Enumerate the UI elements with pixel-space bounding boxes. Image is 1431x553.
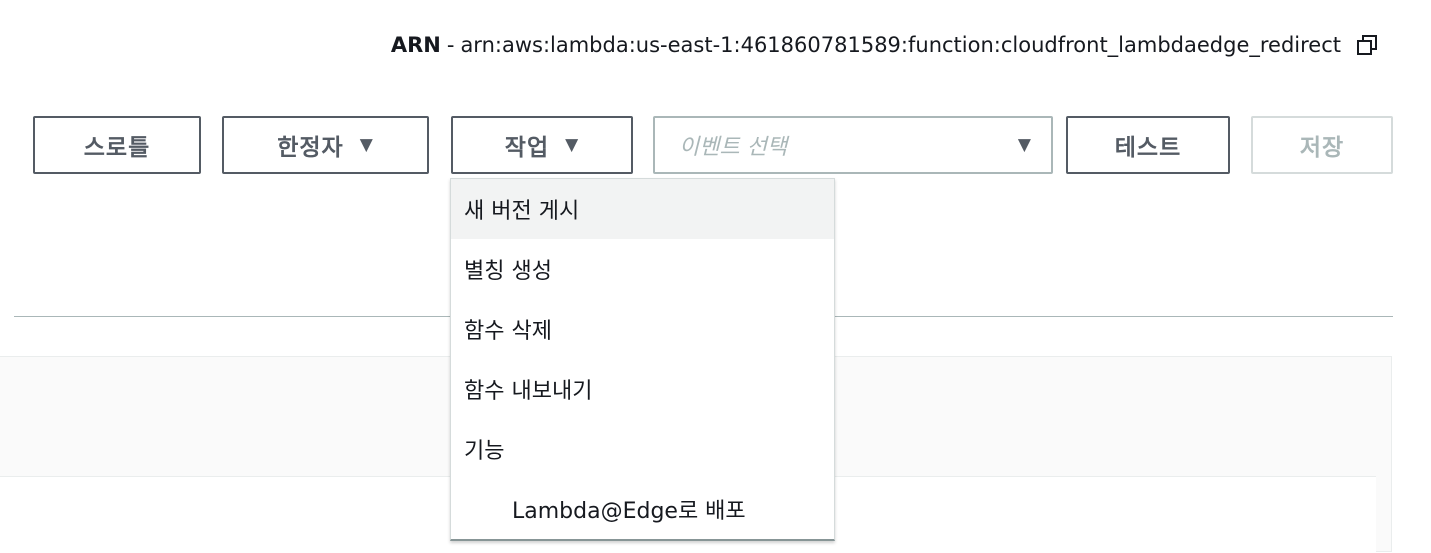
caret-down-icon: ▼ <box>565 135 580 155</box>
event-select[interactable]: 이벤트 선택 ▼ <box>653 116 1053 174</box>
save-button-label: 저장 <box>1299 135 1345 161</box>
test-button[interactable]: 테스트 <box>1066 116 1230 174</box>
menu-item-publish-version[interactable]: 새 버전 게시 <box>451 179 834 239</box>
menu-group-capabilities: 기능 <box>464 439 505 464</box>
copy-icon[interactable] <box>1355 33 1379 57</box>
arn-separator: - <box>446 33 455 57</box>
caret-down-icon: ▼ <box>359 135 374 155</box>
throttle-button[interactable]: 스로틀 <box>33 116 201 174</box>
menu-item-create-alias[interactable]: 별칭 생성 <box>451 239 834 299</box>
menu-item-deploy-lambda-edge[interactable]: Lambda@Edge로 배포 <box>451 479 834 539</box>
arn-value: arn:aws:lambda:us-east-1:461860781589:fu… <box>460 33 1341 57</box>
qualifiers-button-label: 한정자 <box>277 135 344 161</box>
arn-row: ARN - arn:aws:lambda:us-east-1:461860781… <box>391 30 1379 60</box>
menu-item-export-function[interactable]: 함수 내보내기 <box>451 359 834 419</box>
throttle-button-label: 스로틀 <box>83 135 151 161</box>
test-button-label: 테스트 <box>1114 135 1182 161</box>
actions-button[interactable]: 작업 ▼ <box>451 116 633 174</box>
event-select-placeholder: 이벤트 선택 <box>679 135 788 160</box>
save-button[interactable]: 저장 <box>1251 116 1393 174</box>
menu-item-delete-function[interactable]: 함수 삭제 <box>451 299 834 359</box>
caret-down-icon: ▼ <box>1017 135 1031 155</box>
actions-button-label: 작업 <box>504 135 550 161</box>
actions-menu: 새 버전 게시 별칭 생성 함수 삭제 함수 내보내기 기능 Lambda@Ed… <box>450 178 835 541</box>
qualifiers-button[interactable]: 한정자 ▼ <box>222 116 429 174</box>
arn-label: ARN <box>390 33 441 57</box>
